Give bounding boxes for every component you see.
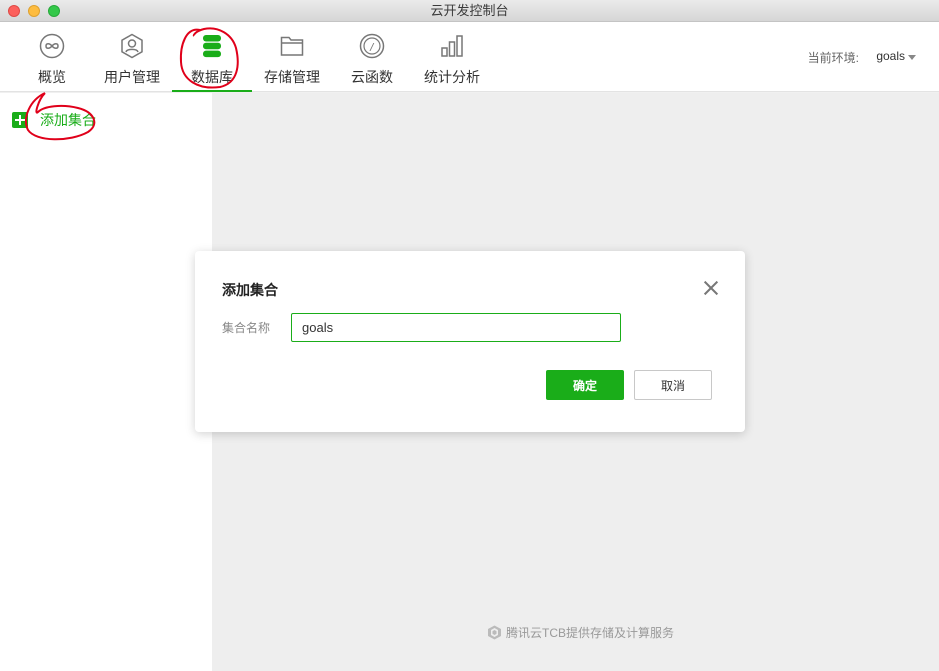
env-label: 当前环境: — [807, 51, 859, 65]
close-icon[interactable] — [704, 281, 718, 295]
nav-item-users[interactable]: 用户管理 — [94, 22, 170, 92]
nav-label: 数据库 — [191, 69, 233, 85]
user-icon — [121, 33, 143, 59]
close-window-button[interactable] — [8, 5, 20, 17]
folder-icon — [280, 36, 304, 56]
overview-icon — [39, 33, 65, 59]
footer-text: 腾讯云TCB提供存储及计算服务 — [506, 626, 675, 640]
add-collection-label: 添加集合 — [40, 112, 96, 128]
plus-icon — [12, 112, 28, 128]
svg-text:/: / — [369, 42, 375, 53]
chevron-down-icon[interactable] — [908, 55, 916, 60]
collection-name-label: 集合名称 — [222, 321, 271, 335]
cancel-button[interactable]: 取消 — [634, 370, 712, 400]
nav-item-functions[interactable]: / 云函数 — [338, 22, 406, 92]
chart-icon — [441, 35, 463, 57]
env-value: goals — [876, 49, 905, 63]
collection-name-input[interactable] — [291, 313, 621, 342]
nav-label: 统计分析 — [424, 69, 480, 85]
window-title: 云开发控制台 — [430, 3, 509, 18]
add-collection-dialog: 添加集合 集合名称 确定 取消 — [195, 251, 745, 432]
maximize-window-button[interactable] — [48, 5, 60, 17]
nav-item-overview[interactable]: 概览 — [17, 22, 87, 92]
nav-label: 用户管理 — [104, 69, 160, 85]
database-icon — [203, 35, 221, 58]
nav-label: 云函数 — [351, 69, 393, 85]
top-nav: 概览 用户管理 数据库 存储管理 / 云函数 统计分析 当前环境: goals — [0, 22, 939, 92]
minimize-window-button[interactable] — [28, 5, 40, 17]
window-titlebar: 云开发控制台 — [0, 0, 939, 22]
nav-item-database[interactable]: 数据库 — [172, 22, 252, 92]
footer: 腾讯云TCB提供存储及计算服务 — [487, 625, 674, 641]
function-icon: / — [359, 33, 385, 59]
nav-item-storage[interactable]: 存储管理 — [254, 22, 330, 92]
tencent-cloud-logo-icon — [488, 625, 501, 640]
nav-item-analytics[interactable]: 统计分析 — [414, 22, 490, 92]
dialog-title: 添加集合 — [222, 282, 278, 298]
env-select[interactable]: goals — [876, 49, 905, 63]
sidebar: 添加集合 — [0, 93, 212, 671]
nav-label: 概览 — [38, 69, 66, 85]
confirm-button[interactable]: 确定 — [546, 370, 624, 400]
nav-label: 存储管理 — [264, 69, 320, 85]
